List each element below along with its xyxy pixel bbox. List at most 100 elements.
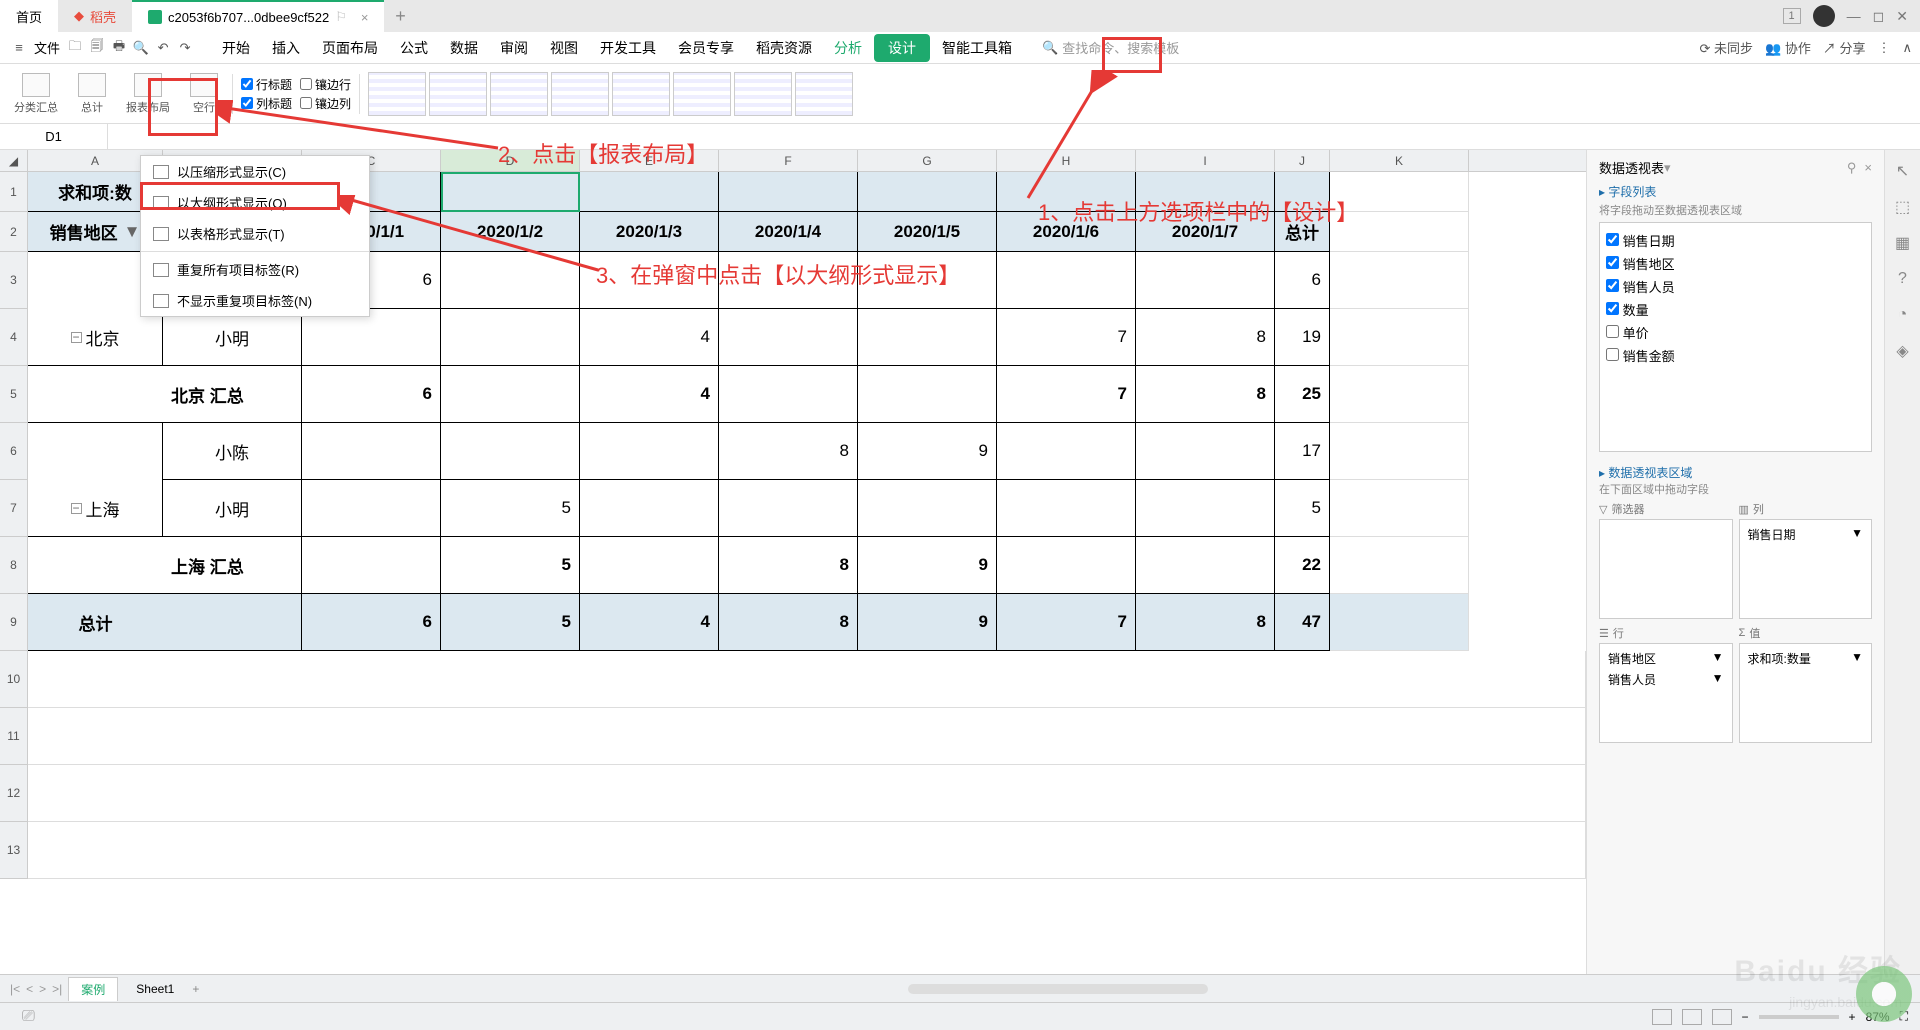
col-f[interactable]: F bbox=[719, 150, 858, 171]
cell[interactable] bbox=[719, 366, 858, 423]
field-item[interactable]: 销售人员 bbox=[1606, 275, 1865, 298]
collapse-icon[interactable]: − bbox=[71, 503, 82, 514]
cell[interactable]: 8 bbox=[719, 423, 858, 480]
chk-bandcol[interactable]: 镶边列 bbox=[300, 95, 351, 112]
more-icon[interactable]: ⋮ bbox=[1877, 40, 1890, 56]
zoom-in-icon[interactable]: + bbox=[1849, 1010, 1856, 1024]
cell[interactable]: 9 bbox=[858, 423, 997, 480]
pivot-styles[interactable] bbox=[368, 72, 853, 116]
sheet-prev-icon[interactable]: < bbox=[26, 982, 33, 996]
cell[interactable]: 22 bbox=[1275, 537, 1330, 594]
menu-data[interactable]: 数据 bbox=[440, 34, 488, 62]
cell[interactable]: 总计 bbox=[28, 594, 163, 651]
undo-icon[interactable]: ↶ bbox=[152, 37, 174, 59]
field-item[interactable]: 销售日期 bbox=[1606, 229, 1865, 252]
cell[interactable] bbox=[997, 172, 1136, 212]
tab-home[interactable]: 首页 bbox=[0, 0, 58, 32]
hscrollbar[interactable] bbox=[205, 984, 1910, 994]
cell[interactable] bbox=[997, 480, 1136, 537]
cell[interactable] bbox=[1330, 594, 1469, 651]
cell[interactable] bbox=[441, 366, 580, 423]
select-all-corner[interactable]: ◢ bbox=[0, 150, 28, 171]
cell[interactable]: 小陈 bbox=[163, 423, 302, 480]
close-panel-icon[interactable]: × bbox=[1864, 160, 1872, 175]
zoom-value[interactable]: 87% bbox=[1866, 1010, 1890, 1024]
close-window-icon[interactable]: ✕ bbox=[1896, 8, 1908, 25]
preview-icon[interactable]: 🔍 bbox=[130, 37, 152, 59]
field-item[interactable]: 数量 bbox=[1606, 298, 1865, 321]
cell[interactable]: 6 bbox=[302, 594, 441, 651]
cell[interactable]: 8 bbox=[1136, 366, 1275, 423]
row-2[interactable]: 2 bbox=[0, 212, 28, 252]
cell[interactable] bbox=[28, 537, 163, 594]
zoom-slider[interactable] bbox=[1759, 1015, 1839, 1019]
menu-analyze[interactable]: 分析 bbox=[824, 34, 872, 62]
menu-formula[interactable]: 公式 bbox=[390, 34, 438, 62]
side-setting-icon[interactable]: ▦ bbox=[1892, 232, 1914, 254]
row-3[interactable]: 3 bbox=[0, 252, 28, 309]
cell[interactable]: 7 bbox=[997, 366, 1136, 423]
cell[interactable] bbox=[1330, 366, 1469, 423]
field-item[interactable]: 销售金额 bbox=[1606, 344, 1865, 367]
sheet-next-icon[interactable]: > bbox=[39, 982, 46, 996]
cell[interactable] bbox=[580, 537, 719, 594]
cell[interactable] bbox=[580, 423, 719, 480]
filter-area[interactable] bbox=[1599, 519, 1733, 619]
menu-smart[interactable]: 智能工具箱 bbox=[932, 34, 1022, 62]
col-h[interactable]: H bbox=[997, 150, 1136, 171]
pin-icon[interactable]: ⚐ bbox=[335, 9, 347, 25]
cell[interactable] bbox=[302, 480, 441, 537]
cell[interactable] bbox=[1136, 537, 1275, 594]
zoom-out-icon[interactable]: − bbox=[1742, 1010, 1749, 1024]
cell[interactable]: 5 bbox=[441, 480, 580, 537]
cell[interactable]: −上海 bbox=[28, 480, 163, 537]
cell[interactable]: 4 bbox=[580, 309, 719, 366]
field-list[interactable]: 销售日期 销售地区 销售人员 数量 单价 销售金额 bbox=[1599, 222, 1872, 452]
cell[interactable] bbox=[1136, 172, 1275, 212]
close-tab-icon[interactable]: × bbox=[361, 10, 369, 25]
cell[interactable]: 5 bbox=[441, 594, 580, 651]
layout-outline[interactable]: 以大纲形式显示(O) bbox=[141, 187, 369, 218]
cell[interactable] bbox=[858, 366, 997, 423]
search-input[interactable]: 查找命令、搜索模板 bbox=[1062, 38, 1179, 57]
row-12[interactable]: 12 bbox=[0, 765, 28, 822]
cell[interactable] bbox=[997, 423, 1136, 480]
view-break-icon[interactable] bbox=[1712, 1009, 1732, 1025]
cell[interactable] bbox=[1330, 172, 1469, 212]
cell[interactable] bbox=[1330, 537, 1469, 594]
cell[interactable]: 9 bbox=[858, 594, 997, 651]
cell[interactable]: 2020/1/6 bbox=[997, 212, 1136, 252]
col-e[interactable]: E bbox=[580, 150, 719, 171]
menu-dev[interactable]: 开发工具 bbox=[590, 34, 666, 62]
side-select-icon[interactable]: ⬚ bbox=[1892, 196, 1914, 218]
share-button[interactable]: ↗ 分享 bbox=[1823, 38, 1866, 57]
field-item[interactable]: 单价 bbox=[1606, 321, 1865, 344]
redo-icon[interactable]: ↷ bbox=[174, 37, 196, 59]
row-9[interactable]: 9 bbox=[0, 594, 28, 651]
side-style-icon[interactable]: ◔ bbox=[1892, 304, 1914, 326]
vals-area[interactable]: 求和项:数量▼ bbox=[1739, 643, 1873, 743]
rows-area[interactable]: 销售地区▼销售人员▼ bbox=[1599, 643, 1733, 743]
cols-area[interactable]: 销售日期▼ bbox=[1739, 519, 1873, 619]
cell[interactable] bbox=[1136, 423, 1275, 480]
col-d[interactable]: D bbox=[441, 150, 580, 171]
cell[interactable] bbox=[1330, 252, 1469, 309]
row-5[interactable]: 5 bbox=[0, 366, 28, 423]
report-layout-button[interactable]: 报表布局 bbox=[120, 73, 176, 115]
row-7[interactable]: 7 bbox=[0, 480, 28, 537]
subtotal-button[interactable]: 分类汇总 bbox=[8, 73, 64, 115]
menu-review[interactable]: 审阅 bbox=[490, 34, 538, 62]
sheet-tab[interactable]: Sheet1 bbox=[124, 979, 186, 999]
grandtotal-button[interactable]: 总计 bbox=[72, 73, 112, 115]
cell[interactable] bbox=[441, 172, 580, 212]
cell[interactable] bbox=[997, 252, 1136, 309]
cell[interactable]: 17 bbox=[1275, 423, 1330, 480]
side-cursor-icon[interactable]: ↖ bbox=[1892, 160, 1914, 182]
save-as-icon[interactable]: 🗐 bbox=[86, 37, 108, 59]
cell[interactable]: 7 bbox=[997, 594, 1136, 651]
cell[interactable] bbox=[441, 252, 580, 309]
row-6[interactable]: 6 bbox=[0, 423, 28, 480]
cell[interactable]: 2020/1/4 bbox=[719, 212, 858, 252]
menu-view[interactable]: 视图 bbox=[540, 34, 588, 62]
cell[interactable] bbox=[719, 309, 858, 366]
